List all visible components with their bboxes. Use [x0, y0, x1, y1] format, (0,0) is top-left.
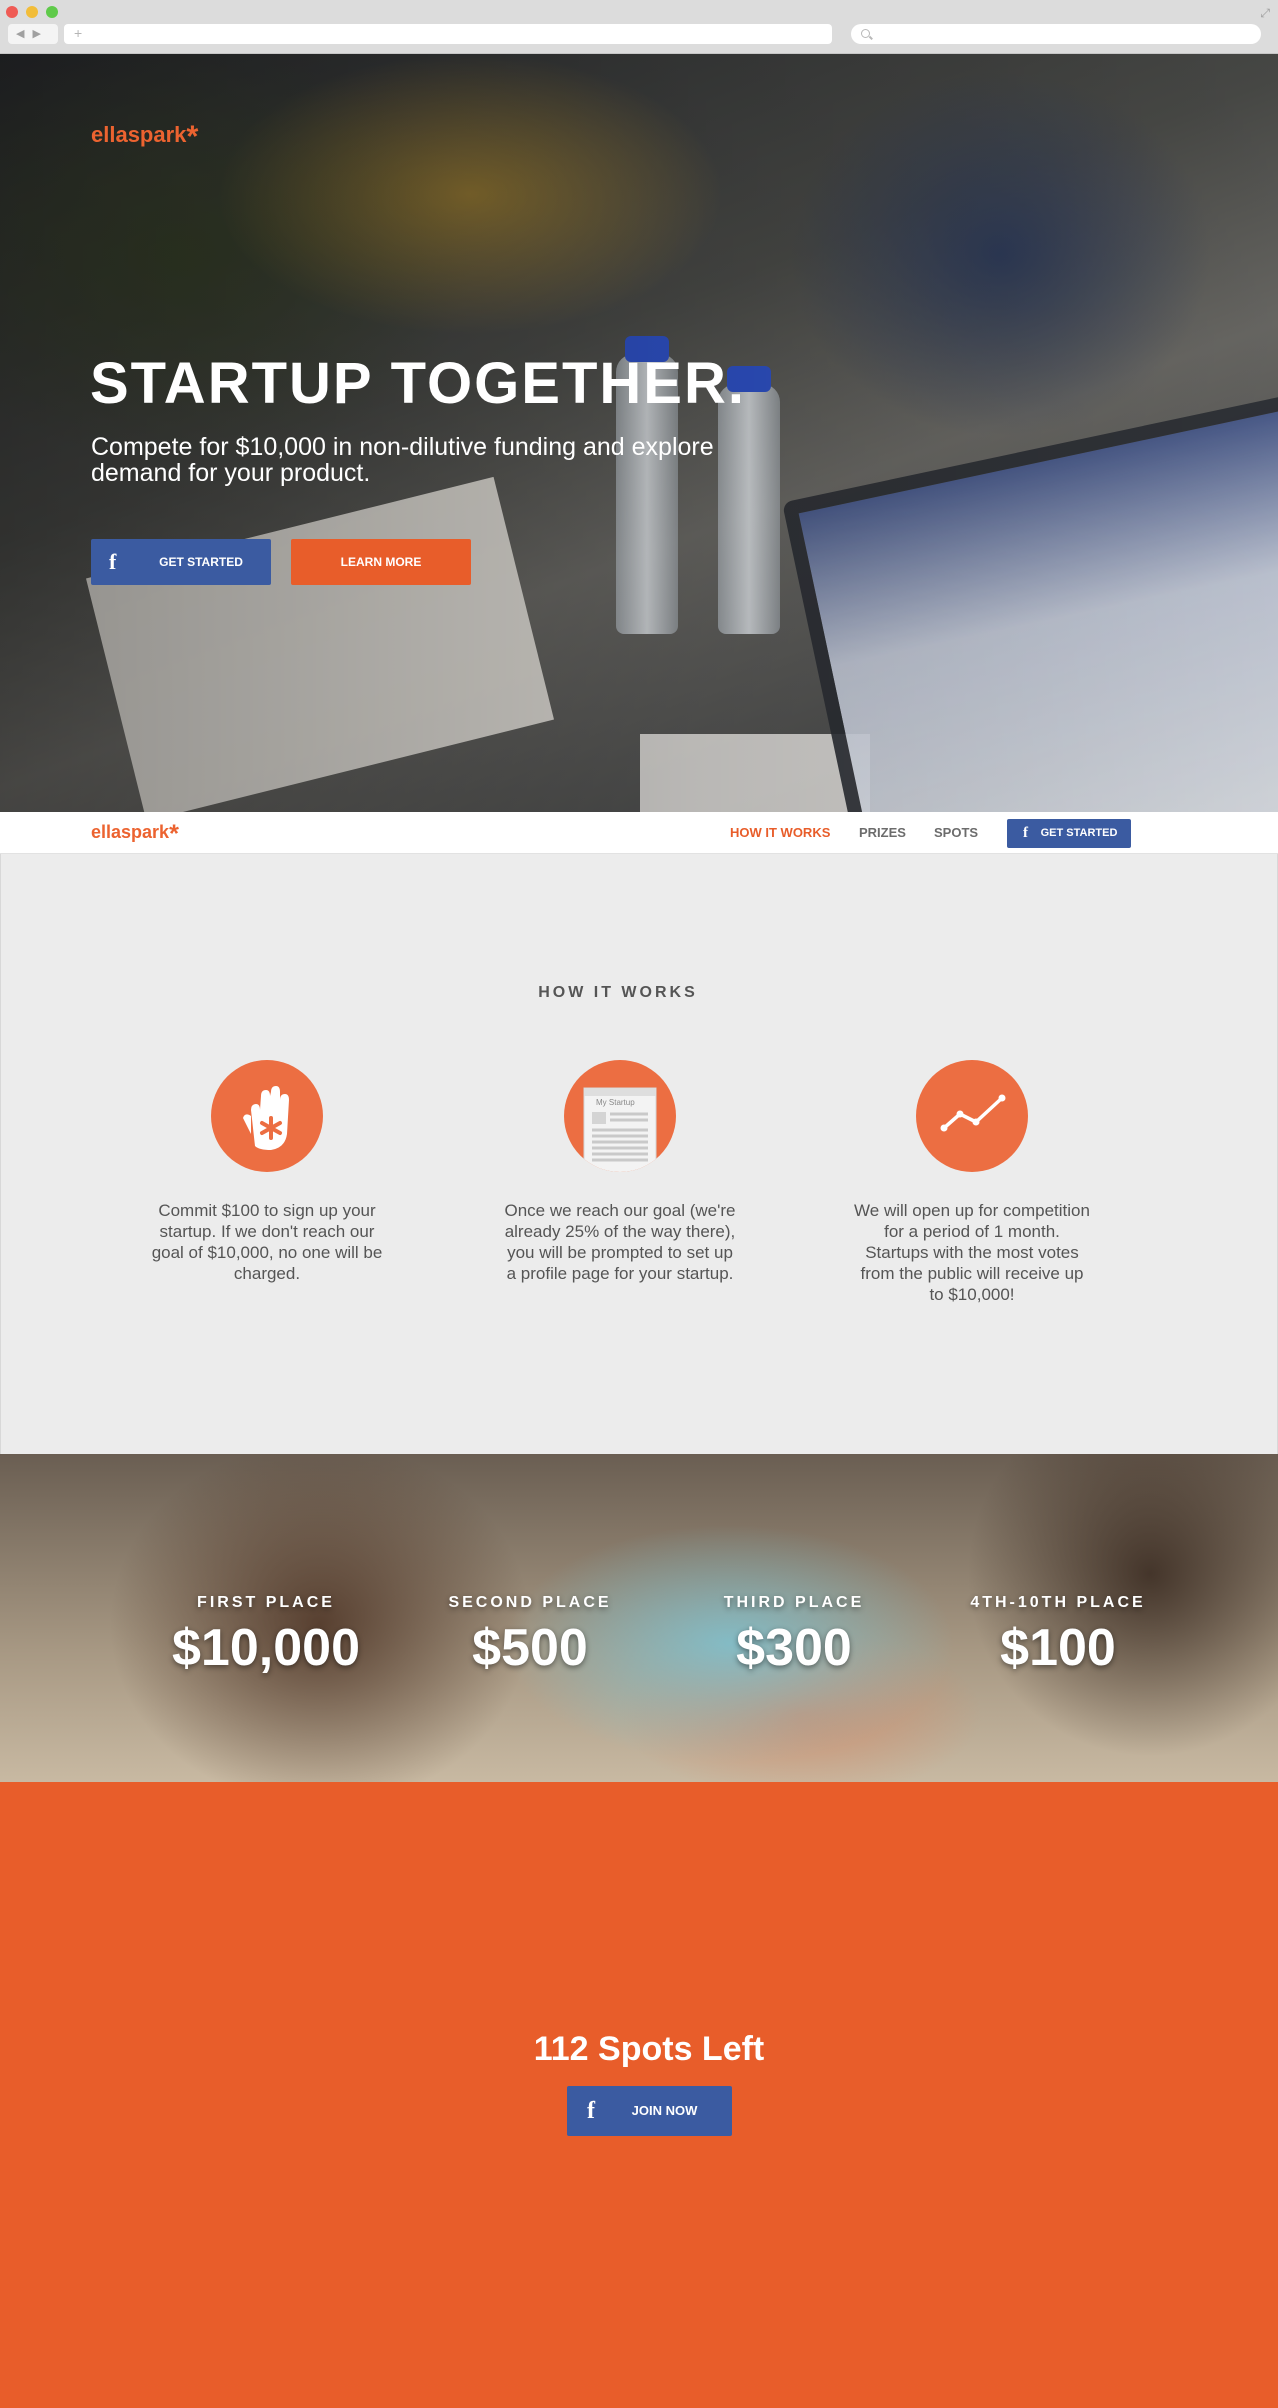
hero-section: ellaspark* STARTUP TOGETHER. Compete for…: [0, 54, 1278, 812]
facebook-icon: f: [1023, 825, 1028, 841]
zoom-window-button[interactable]: [46, 6, 58, 18]
close-window-button[interactable]: [6, 6, 18, 18]
prize-amount: $10,000: [172, 1619, 360, 1677]
prize-amount: $100: [1000, 1619, 1116, 1677]
nav-logo[interactable]: ellaspark*: [91, 821, 179, 846]
facebook-icon: f: [109, 549, 117, 574]
step-commit-text: Commit $100 to sign up your startup. If …: [151, 1201, 383, 1283]
prize-label: 4TH-10TH PLACE: [970, 1594, 1146, 1611]
step-compete: We will open up for competition for a pe…: [852, 1060, 1092, 1305]
prize-label: FIRST PLACE: [197, 1594, 335, 1611]
spots-section: 112 Spots Left f JOIN NOW: [0, 1782, 1278, 2408]
prize-third-place: THIRD PLACE $300: [674, 1594, 914, 1678]
prize-second-place: SECOND PLACE $500: [410, 1594, 650, 1678]
trend-chart-icon: [916, 1060, 1028, 1172]
prize-4th-10th-place: 4TH-10TH PLACE $100: [938, 1594, 1178, 1678]
minimize-window-button[interactable]: [26, 6, 38, 18]
step-compete-text: We will open up for competition for a pe…: [854, 1201, 1090, 1304]
spots-left-title: 112 Spots Left: [533, 2030, 765, 2068]
step-profile-text: Once we reach our goal (we're already 25…: [504, 1201, 736, 1283]
profile-page-icon: My Startup: [564, 1060, 676, 1172]
hero-subtitle: Compete for $10,000 in non-dilutive fund…: [91, 433, 714, 487]
prize-label: SECOND PLACE: [448, 1594, 612, 1611]
browser-search-field[interactable]: [851, 24, 1261, 44]
nav-link-how-it-works[interactable]: HOW IT WORKS: [730, 825, 830, 840]
hero-logo[interactable]: ellaspark*: [91, 121, 198, 152]
hero-get-started-button[interactable]: f GET STARTED: [91, 539, 271, 585]
learn-more-button[interactable]: LEARN MORE: [291, 539, 471, 585]
join-now-button[interactable]: f JOIN NOW: [567, 2086, 732, 2136]
join-now-label: JOIN NOW: [631, 2103, 698, 2118]
step-commit: Commit $100 to sign up your startup. If …: [147, 1060, 387, 1284]
section-title: HOW IT WORKS: [538, 984, 698, 1001]
prizes-section: FIRST PLACE $10,000 SECOND PLACE $500 TH…: [0, 1454, 1278, 1782]
hero-get-started-label: GET STARTED: [159, 555, 243, 569]
prize-label: THIRD PLACE: [723, 1594, 865, 1611]
fullscreen-icon[interactable]: ⤢: [1260, 6, 1270, 21]
browser-chrome: ◀▶ + ⤢: [0, 0, 1278, 54]
facebook-icon: f: [587, 2098, 595, 2124]
profile-mock-title: My Startup: [596, 1098, 635, 1107]
search-icon: [861, 29, 870, 38]
hand-icon: [211, 1060, 323, 1172]
how-it-works-section: HOW IT WORKS Commit $100 to sign up your…: [0, 854, 1278, 1454]
back-forward-buttons[interactable]: ◀▶: [8, 24, 58, 44]
hero-title: STARTUP TOGETHER.: [90, 351, 746, 416]
prize-first-place: FIRST PLACE $10,000: [146, 1594, 386, 1678]
address-bar[interactable]: +: [64, 24, 832, 44]
nav-get-started-label: GET STARTED: [1040, 827, 1118, 839]
nav-link-spots[interactable]: SPOTS: [934, 825, 978, 840]
step-profile: My Startup Once we reach our goal (we're…: [500, 1060, 740, 1284]
main-navbar: ellaspark* HOW IT WORKS PRIZES SPOTS f G…: [0, 812, 1278, 854]
new-tab-icon[interactable]: +: [74, 25, 82, 41]
nav-link-prizes[interactable]: PRIZES: [859, 825, 906, 840]
prize-amount: $300: [736, 1619, 852, 1677]
prize-amount: $500: [472, 1619, 588, 1677]
nav-get-started-button[interactable]: f GET STARTED: [1007, 819, 1131, 848]
